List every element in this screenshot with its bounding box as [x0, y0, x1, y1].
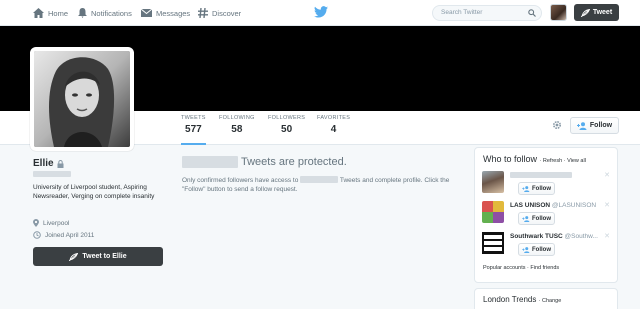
profile-location-text: Liverpool: [43, 219, 70, 227]
nav-discover-label: Discover: [212, 8, 242, 18]
protected-description: Only confirmed followers have access to …: [182, 176, 472, 194]
profile-bio: University of Liverpool student, Aspirin…: [33, 184, 155, 200]
stat-followers-value: 50: [281, 124, 293, 135]
suggestion-screen-name: @Southw...: [564, 233, 598, 240]
suggestion-display-name: Southwark TUSC: [510, 233, 563, 240]
stat-tweets-label: TWEETS: [181, 115, 206, 121]
stat-followers-label: FOLLOWERS: [268, 115, 306, 121]
protected-heading: Tweets are protected.: [182, 156, 347, 168]
profile-joined-text: Joined April 2011: [45, 231, 95, 239]
suggestion-follow-button[interactable]: Follow: [518, 243, 555, 256]
protected-name-redacted: [182, 156, 238, 168]
profile-name: Ellie: [33, 158, 64, 169]
dismiss-icon[interactable]: ✕: [604, 171, 610, 179]
nav-messages[interactable]: Messages: [141, 6, 190, 20]
tusc-logo-icon: [482, 232, 504, 254]
follow-button[interactable]: Follow: [570, 117, 619, 134]
suggestion-name-redacted[interactable]: [510, 172, 572, 180]
protected-heading-text: Tweets are protected.: [241, 156, 347, 168]
nav-home-label: Home: [48, 8, 69, 18]
twitter-bird-icon[interactable]: [314, 6, 328, 18]
lock-icon: [57, 159, 64, 168]
dismiss-icon[interactable]: ✕: [604, 201, 610, 209]
who-to-follow-panel: Who to follow · Refresh · View all ✕ Fol…: [474, 147, 618, 283]
profile-handle-redacted: [33, 171, 71, 177]
stat-following-value: 58: [231, 124, 243, 135]
nav-discover[interactable]: Discover: [198, 6, 241, 20]
add-user-icon: [576, 121, 587, 130]
tweet-to-user-button[interactable]: Tweet to Ellie: [33, 247, 163, 266]
suggestion-name[interactable]: Southwark TUSC @Southw...: [510, 233, 598, 240]
suggestion-name[interactable]: LAS UNISON @LASUNISON: [510, 202, 596, 209]
suggestion-avatar[interactable]: [482, 171, 504, 193]
trends-panel: London Trends · Change: [474, 288, 618, 309]
suggestion-follow-label: Follow: [532, 185, 551, 192]
nav-messages-label: Messages: [156, 8, 191, 18]
stat-favorites[interactable]: FAVORITES 4: [317, 115, 350, 135]
suggestion-display-name: LAS UNISON: [510, 202, 551, 209]
nav-notifications[interactable]: Notifications: [78, 6, 132, 20]
follow-button-label: Follow: [589, 122, 613, 129]
suggestion-item: ✕ Follow: [482, 171, 612, 199]
profile-location: Liverpool: [33, 219, 69, 227]
account-avatar[interactable]: [550, 4, 567, 21]
view-all-link[interactable]: View all: [567, 158, 586, 164]
suggestion-avatar[interactable]: [482, 232, 504, 254]
add-user-icon: [522, 246, 530, 253]
who-to-follow-footer[interactable]: Popular accounts · Find friends: [483, 265, 559, 271]
compose-tweet-button[interactable]: Tweet: [574, 4, 619, 21]
quill-icon: [69, 252, 79, 261]
stat-following-label: FOLLOWING: [219, 115, 255, 121]
protected-text-before: Only confirmed followers have access to: [182, 177, 299, 184]
envelope-icon: [141, 9, 152, 17]
profile-name-text: Ellie: [33, 158, 54, 169]
nav-home[interactable]: Home: [33, 6, 68, 20]
search-icon[interactable]: [528, 9, 536, 17]
dismiss-icon[interactable]: ✕: [604, 232, 610, 240]
who-to-follow-header: Who to follow · Refresh · View all: [483, 154, 586, 164]
suggestion-follow-label: Follow: [532, 246, 551, 253]
suggestion-item: LAS UNISON @LASUNISON ✕ Follow: [482, 201, 612, 229]
stat-followers[interactable]: FOLLOWERS 50: [268, 115, 305, 135]
nav-notifications-label: Notifications: [91, 8, 132, 18]
trends-title: London Trends: [483, 295, 537, 304]
stat-tweets[interactable]: TWEETS 577: [181, 115, 206, 145]
who-to-follow-title: Who to follow: [483, 154, 538, 164]
trends-change-link[interactable]: Change: [542, 298, 561, 304]
suggestion-avatar[interactable]: [482, 201, 504, 223]
location-pin-icon: [33, 219, 39, 227]
add-user-icon: [522, 215, 530, 222]
bell-icon: [78, 8, 87, 18]
suggestion-follow-label: Follow: [532, 215, 551, 222]
search-placeholder: Search Twitter: [441, 9, 483, 16]
refresh-link[interactable]: Refresh: [543, 158, 562, 164]
home-icon: [33, 8, 44, 18]
gear-icon[interactable]: [552, 120, 562, 130]
stat-tweets-value: 577: [185, 124, 202, 135]
suggestion-screen-name: @LASUNISON: [551, 202, 597, 209]
compose-tweet-label: Tweet: [592, 9, 613, 16]
suggestion-follow-button[interactable]: Follow: [518, 212, 555, 225]
stat-following[interactable]: FOLLOWING 58: [219, 115, 255, 135]
profile-joined: Joined April 2011: [33, 231, 94, 239]
suggestion-item: Southwark TUSC @Southw... ✕ Follow: [482, 232, 612, 260]
stat-favorites-value: 4: [330, 124, 337, 135]
trends-header: London Trends · Change: [483, 295, 562, 304]
stat-favorites-label: FAVORITES: [317, 115, 351, 121]
search-input[interactable]: Search Twitter: [432, 5, 542, 21]
profile-photo-image: [34, 51, 130, 147]
quill-icon: [580, 8, 590, 17]
tweet-to-user-label: Tweet to Ellie: [82, 253, 127, 260]
top-navigation-bar: Home Notifications Messages Discover Sea…: [0, 0, 640, 26]
protected-handle-redacted: [300, 176, 339, 183]
profile-avatar[interactable]: [30, 47, 134, 151]
clock-icon: [33, 231, 41, 239]
suggestion-follow-button[interactable]: Follow: [518, 182, 555, 195]
hashtag-icon: [198, 8, 208, 18]
add-user-icon: [522, 185, 530, 192]
